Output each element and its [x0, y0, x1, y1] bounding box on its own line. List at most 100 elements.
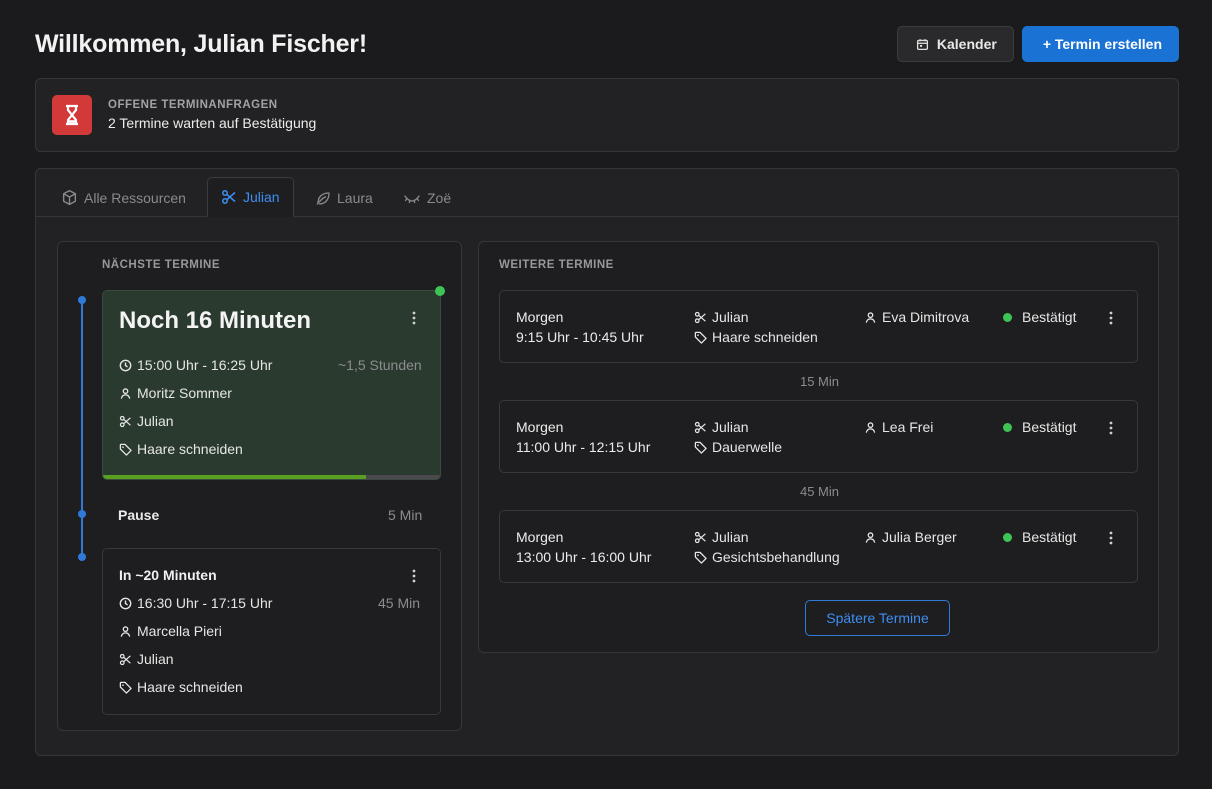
- eyelash-icon: [403, 190, 421, 206]
- upcoming-appointment-card[interactable]: In ~20 Minuten 16:30 Uhr - 17:15 Uhr 45 …: [102, 548, 441, 715]
- appointment-day: Morgen: [516, 309, 564, 325]
- upcoming-client-row: Marcella Pieri: [119, 623, 222, 639]
- current-resource-row: Julian: [119, 413, 174, 429]
- appointment-row[interactable]: Morgen 9:15 Uhr - 10:45 Uhr Julian Haare…: [499, 290, 1138, 363]
- appointment-resource: Julian: [712, 529, 749, 545]
- more-options-icon[interactable]: [1102, 419, 1120, 437]
- scissors-icon: [119, 653, 132, 666]
- later-appointments-button[interactable]: Spätere Termine: [805, 600, 950, 636]
- tab-label: Alle Ressourcen: [84, 189, 186, 206]
- leaf-icon: [315, 190, 331, 206]
- timeline-dot: [78, 553, 86, 561]
- upcoming-countdown: In ~20 Minuten: [119, 567, 217, 583]
- page-title: Willkommen, Julian Fischer!: [35, 29, 367, 58]
- appointment-client: Lea Frei: [882, 419, 934, 435]
- appointment-status: Bestätigt: [1003, 419, 1076, 435]
- upcoming-time: 16:30 Uhr - 17:15 Uhr: [137, 595, 273, 611]
- upcoming-duration: 45 Min: [378, 595, 421, 611]
- appointment-service-row: Haare schneiden: [694, 329, 818, 345]
- clock-icon: [119, 359, 132, 372]
- tab-label: Zoë: [427, 189, 452, 206]
- appointment-day: Morgen: [516, 529, 564, 545]
- current-duration: ~1,5 Stunden: [338, 357, 422, 373]
- calendar-button[interactable]: Kalender: [896, 26, 1014, 62]
- more-options-icon[interactable]: [405, 567, 423, 585]
- user-icon: [864, 421, 877, 434]
- appointment-service: Haare schneiden: [712, 329, 818, 345]
- pause-duration: 5 Min: [388, 507, 423, 523]
- create-appointment-label: + Termin erstellen: [1042, 36, 1162, 52]
- upcoming-resource: Julian: [137, 651, 174, 667]
- scissors-icon: [694, 421, 707, 434]
- status-dot: [1003, 422, 1012, 432]
- timeline-line: [81, 300, 83, 557]
- current-appointment-card[interactable]: Noch 16 Minuten 15:00 Uhr - 16:25 Uhr ~1…: [102, 290, 441, 480]
- create-appointment-button[interactable]: + Termin erstellen: [1021, 26, 1179, 62]
- more-options-icon[interactable]: [1102, 309, 1120, 327]
- timeline-dot: [78, 296, 86, 304]
- user-icon: [119, 387, 132, 400]
- scissors-icon: [221, 189, 237, 205]
- current-countdown: Noch 16 Minuten: [119, 307, 312, 334]
- more-section-label: WEITERE TERMINE: [499, 259, 614, 271]
- pending-requests-banner[interactable]: OFFENE TERMINANFRAGEN 2 Termine warten a…: [35, 78, 1179, 152]
- upcoming-service: Haare schneiden: [137, 679, 243, 695]
- appointment-row[interactable]: Morgen 13:00 Uhr - 16:00 Uhr Julian Gesi…: [499, 510, 1138, 583]
- progress-fill: [103, 475, 366, 479]
- live-indicator: [435, 286, 445, 296]
- appointment-resource-row: Julian: [694, 419, 749, 435]
- status-label: Bestätigt: [1022, 419, 1077, 435]
- tab-julian[interactable]: Julian: [207, 177, 294, 217]
- status-label: Bestätigt: [1022, 309, 1077, 325]
- header-actions: Kalender + Termin erstellen: [896, 26, 1179, 62]
- tab-laura[interactable]: Laura: [315, 178, 373, 217]
- scissors-icon: [119, 415, 132, 428]
- appointment-resource-row: Julian: [694, 529, 749, 545]
- calendar-icon: [916, 38, 929, 51]
- appointment-day: Morgen: [516, 419, 564, 435]
- user-icon: [864, 311, 877, 324]
- scissors-icon: [694, 311, 707, 324]
- appointment-service: Dauerwelle: [712, 439, 783, 455]
- current-client-row: Moritz Sommer: [119, 385, 232, 401]
- tag-icon: [119, 681, 132, 694]
- clock-icon: [119, 597, 132, 610]
- current-resource: Julian: [137, 413, 174, 429]
- more-options-icon[interactable]: [405, 309, 423, 327]
- appointment-resource-row: Julian: [694, 309, 749, 325]
- appointment-row[interactable]: Morgen 11:00 Uhr - 12:15 Uhr Julian Daue…: [499, 400, 1138, 473]
- appointment-time: 13:00 Uhr - 16:00 Uhr: [516, 549, 652, 565]
- gap-duration: 15 Min: [799, 374, 840, 389]
- calendar-button-label: Kalender: [936, 36, 997, 52]
- status-dot: [1003, 532, 1012, 542]
- more-options-icon[interactable]: [1102, 529, 1120, 547]
- pause-label: Pause: [118, 507, 160, 523]
- current-service: Haare schneiden: [137, 441, 243, 457]
- appointment-resource: Julian: [712, 419, 749, 435]
- current-time-row: 15:00 Uhr - 16:25 Uhr: [119, 357, 272, 373]
- tag-icon: [119, 443, 132, 456]
- current-time: 15:00 Uhr - 16:25 Uhr: [137, 357, 273, 373]
- tab-zoe[interactable]: Zoë: [403, 178, 451, 217]
- appointment-client: Julia Berger: [882, 529, 957, 545]
- appointment-client-row: Eva Dimitrova: [864, 309, 969, 325]
- gap-duration: 45 Min: [799, 484, 840, 499]
- user-icon: [864, 531, 877, 544]
- user-icon: [119, 625, 132, 638]
- hourglass-icon: [52, 95, 92, 135]
- next-section-label: NÄCHSTE TERMINE: [102, 259, 221, 271]
- appointment-client: Eva Dimitrova: [882, 309, 970, 325]
- timeline-dot: [78, 510, 86, 518]
- upcoming-time-row: 16:30 Uhr - 17:15 Uhr: [119, 595, 272, 611]
- tag-icon: [694, 551, 707, 564]
- tab-label: Julian: [243, 189, 280, 205]
- tab-all-resources[interactable]: Alle Ressourcen: [61, 178, 186, 217]
- resource-tabs: Alle Ressourcen Julian Laura Zoë: [36, 169, 1178, 217]
- appointment-service-row: Gesichtsbehandlung: [694, 549, 840, 565]
- tag-icon: [694, 331, 707, 344]
- appointment-client-row: Julia Berger: [864, 529, 957, 545]
- status-dot: [1003, 312, 1012, 322]
- appointment-time: 11:00 Uhr - 12:15 Uhr: [516, 439, 651, 455]
- alert-text: OFFENE TERMINANFRAGEN 2 Termine warten a…: [108, 99, 316, 131]
- next-appointments-card: NÄCHSTE TERMINE Noch 16 Minuten 15:00 Uh…: [57, 241, 462, 731]
